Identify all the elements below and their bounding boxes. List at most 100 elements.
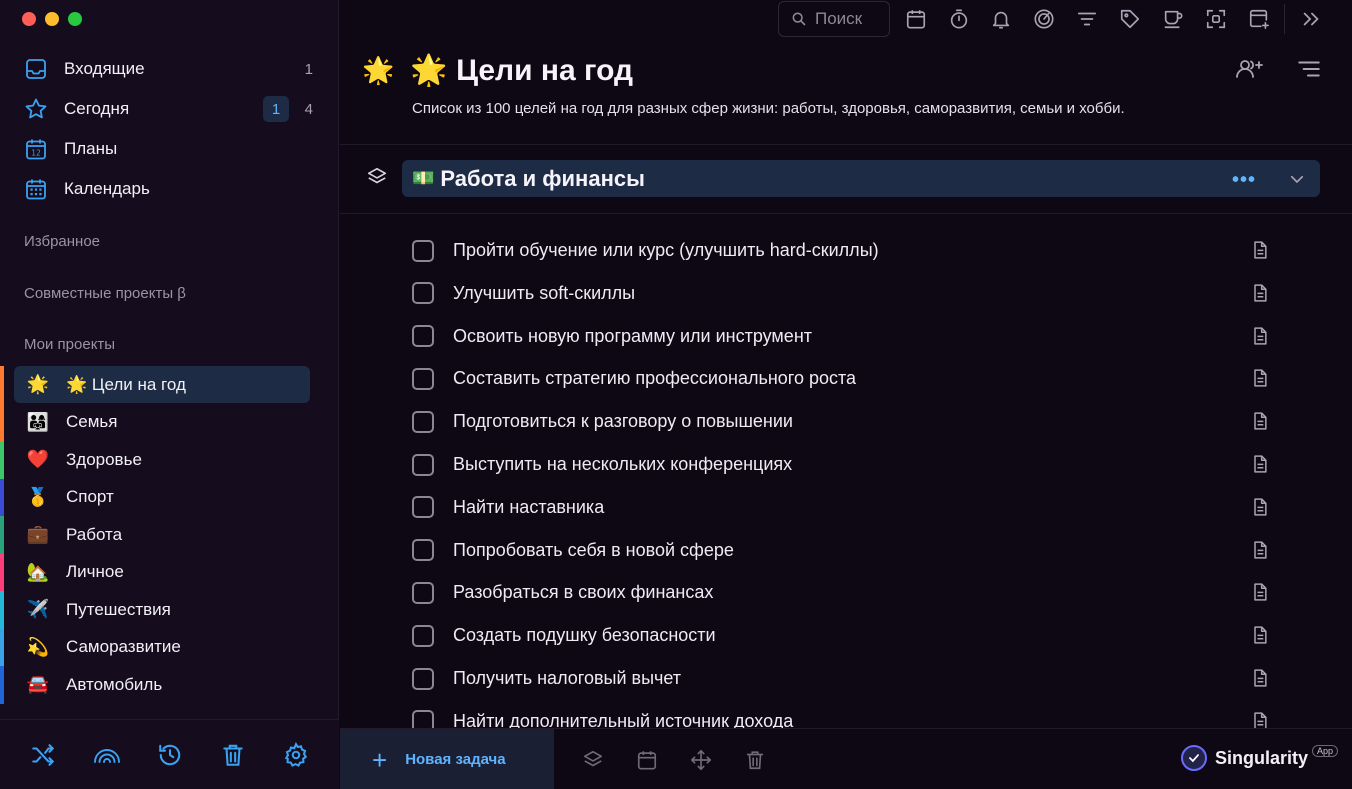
task-row[interactable]: Пройти обучение или курс (улучшить hard-… <box>340 229 1352 272</box>
project-item[interactable]: 🥇 Спорт <box>0 478 339 516</box>
task-title[interactable]: Попробовать себя в новой сфере <box>453 540 734 561</box>
task-row[interactable]: Найти дополнительный источник дохода <box>340 700 1352 729</box>
timer-icon[interactable] <box>946 6 972 32</box>
task-title[interactable]: Улучшить soft-скиллы <box>453 283 635 304</box>
task-row[interactable]: Создать подушку безопасности <box>340 614 1352 657</box>
task-checkbox[interactable] <box>412 325 434 348</box>
chevron-down-icon[interactable] <box>1288 170 1306 188</box>
project-item[interactable]: 🌟 🌟 Цели на год <box>0 366 339 404</box>
maximize-window-button[interactable] <box>68 12 82 26</box>
note-icon[interactable] <box>1250 367 1270 389</box>
task-title[interactable]: Разобраться в своих финансах <box>453 582 713 603</box>
shared-projects-section[interactable]: Совместные проекты β <box>24 285 186 302</box>
task-checkbox[interactable] <box>412 239 434 262</box>
history-icon[interactable] <box>157 742 183 768</box>
project-item[interactable]: 👨‍👩‍👧 Семья <box>0 403 339 441</box>
trash-icon[interactable] <box>220 742 246 768</box>
singularity-logo-icon <box>1180 745 1207 771</box>
collapse-right-icon[interactable] <box>1298 6 1324 32</box>
task-title[interactable]: Пройти обучение или курс (улучшить hard-… <box>453 240 879 261</box>
note-icon[interactable] <box>1250 539 1270 561</box>
filter-icon[interactable] <box>1074 6 1100 32</box>
focus-icon[interactable] <box>1031 6 1057 32</box>
task-title[interactable]: Освоить новую программу или инструмент <box>453 326 812 347</box>
project-item[interactable]: 🚘 Автомобиль <box>0 666 339 704</box>
task-checkbox[interactable] <box>412 667 434 690</box>
project-description[interactable]: Список из 100 целей на год для разных сф… <box>412 100 1125 117</box>
project-item[interactable]: ✈️ Путешествия <box>0 591 339 629</box>
task-title[interactable]: Найти наставника <box>453 497 604 518</box>
add-window-icon[interactable] <box>1246 6 1272 32</box>
scan-icon[interactable] <box>1203 6 1229 32</box>
note-icon[interactable] <box>1250 581 1270 603</box>
project-emoji[interactable]: 🌟 <box>362 55 394 86</box>
task-checkbox[interactable] <box>412 367 434 390</box>
project-item[interactable]: 🏡 Личное <box>0 553 339 591</box>
rainbow-icon[interactable] <box>93 742 121 768</box>
trash-icon[interactable] <box>742 747 768 773</box>
project-item[interactable]: ❤️ Здоровье <box>0 441 339 479</box>
note-icon[interactable] <box>1250 496 1270 518</box>
new-task-button[interactable]: + Новая задача <box>340 729 554 789</box>
task-checkbox[interactable] <box>412 496 434 519</box>
task-title[interactable]: Выступить на нескольких конференциях <box>453 454 792 475</box>
page-title[interactable]: 🌟 Цели на год <box>410 53 633 88</box>
task-row[interactable]: Разобраться в своих финансах <box>340 571 1352 614</box>
task-checkbox[interactable] <box>412 282 434 305</box>
layers-icon[interactable] <box>366 166 388 188</box>
settings-icon[interactable] <box>283 741 309 768</box>
task-checkbox[interactable] <box>412 581 434 604</box>
task-row[interactable]: Подготовиться к разговору о повышении <box>340 400 1352 443</box>
task-checkbox[interactable] <box>412 410 434 433</box>
note-icon[interactable] <box>1250 624 1270 646</box>
project-label: Спорт <box>66 487 114 507</box>
task-checkbox[interactable] <box>412 453 434 476</box>
task-row[interactable]: Освоить новую программу или инструмент <box>340 315 1352 358</box>
task-title[interactable]: Найти дополнительный источник дохода <box>453 711 793 729</box>
task-title[interactable]: Подготовиться к разговору о повышении <box>453 411 793 432</box>
tag-icon[interactable] <box>1117 6 1143 32</box>
favorites-section[interactable]: Избранное <box>24 233 100 250</box>
close-window-button[interactable] <box>22 12 36 26</box>
task-title[interactable]: Составить стратегию профессионального ро… <box>453 368 856 389</box>
nav-item-today[interactable]: Сегодня 1 4 <box>0 89 339 129</box>
note-icon[interactable] <box>1250 667 1270 689</box>
bell-icon[interactable] <box>988 6 1014 32</box>
note-icon[interactable] <box>1250 410 1270 432</box>
task-checkbox[interactable] <box>412 624 434 647</box>
task-title[interactable]: Получить налоговый вычет <box>453 668 681 689</box>
shuffle-icon[interactable] <box>30 742 56 768</box>
task-row[interactable]: Попробовать себя в новой сфере <box>340 529 1352 572</box>
note-icon[interactable] <box>1250 453 1270 475</box>
note-icon[interactable] <box>1250 239 1270 261</box>
task-row[interactable]: Составить стратегию профессионального ро… <box>340 357 1352 400</box>
project-header: 🌟 🌟 Цели на год <box>362 50 633 90</box>
note-icon[interactable] <box>1250 710 1270 729</box>
nav-item-calendar[interactable]: Календарь <box>0 169 339 209</box>
group-title-bar[interactable]: 💵 Работа и финансы ••• <box>402 160 1320 197</box>
note-icon[interactable] <box>1250 282 1270 304</box>
calendar-icon[interactable] <box>903 6 929 32</box>
project-item[interactable]: 💼 Работа <box>0 516 339 554</box>
layers-icon[interactable] <box>580 747 606 773</box>
minimize-window-button[interactable] <box>45 12 59 26</box>
task-checkbox[interactable] <box>412 539 434 562</box>
sort-icon[interactable] <box>1296 56 1322 82</box>
task-checkbox[interactable] <box>412 710 434 729</box>
task-row[interactable]: Выступить на нескольких конференциях <box>340 443 1352 486</box>
coffee-icon[interactable] <box>1160 6 1186 32</box>
nav-item-inbox[interactable]: Входящие 1 <box>0 49 339 89</box>
search-field[interactable]: Поиск <box>778 1 890 37</box>
more-options-icon[interactable]: ••• <box>1232 169 1256 192</box>
move-icon[interactable] <box>688 747 714 773</box>
calendar-icon[interactable] <box>634 747 660 773</box>
task-row[interactable]: Улучшить soft-скиллы <box>340 272 1352 315</box>
add-member-icon[interactable] <box>1234 56 1264 82</box>
task-title[interactable]: Создать подушку безопасности <box>453 625 716 646</box>
note-icon[interactable] <box>1250 325 1270 347</box>
my-projects-section[interactable]: Мои проекты <box>24 336 115 353</box>
nav-item-plans[interactable]: 12 Планы <box>0 129 339 169</box>
task-row[interactable]: Найти наставника <box>340 486 1352 529</box>
project-item[interactable]: 💫 Саморазвитие <box>0 628 339 666</box>
task-row[interactable]: Получить налоговый вычет <box>340 657 1352 700</box>
